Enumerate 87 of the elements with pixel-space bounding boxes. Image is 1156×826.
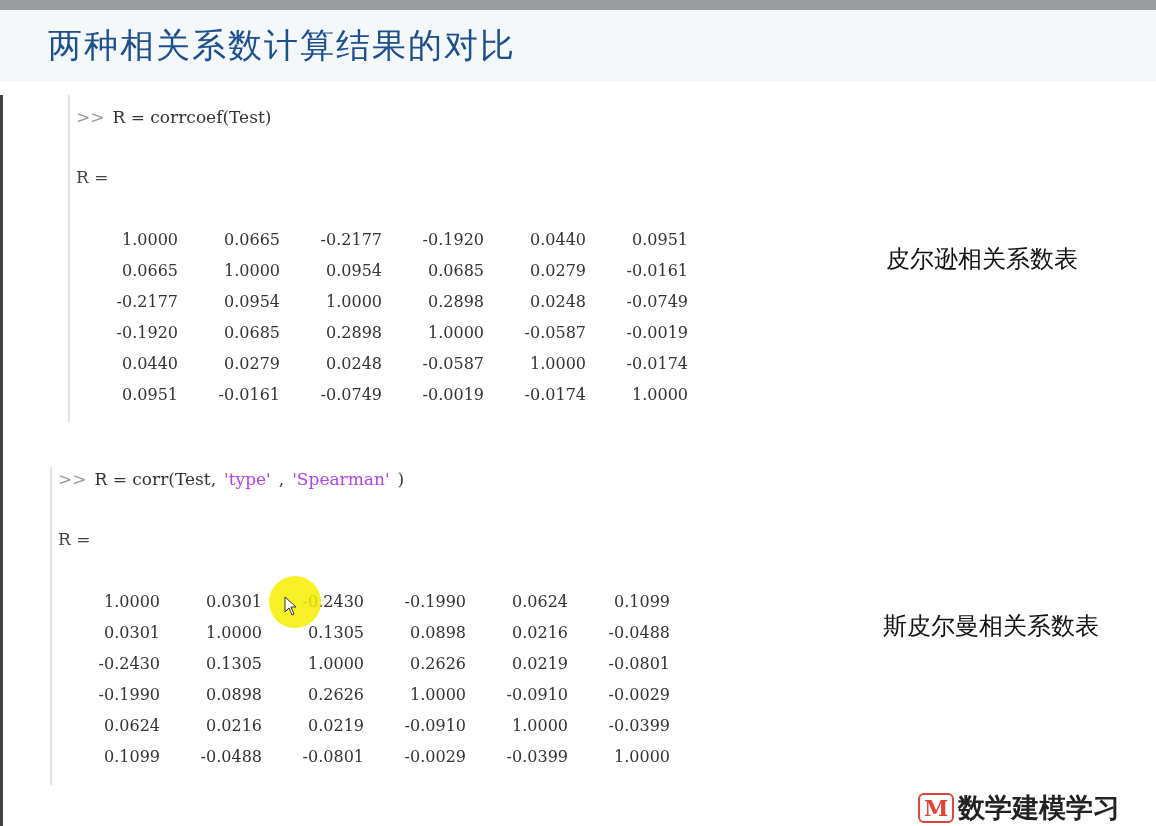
matrix-value: 1.0000 [512, 716, 568, 735]
matrix-value: 0.0219 [512, 654, 568, 673]
matrix-value: 0.0248 [530, 292, 586, 311]
matrix-value: -0.0587 [422, 354, 484, 373]
matrix-value: -0.1990 [98, 685, 160, 704]
matrix-value: -0.0029 [608, 685, 670, 704]
matrix-value: -0.1920 [116, 323, 178, 342]
matrix-value: 0.2626 [308, 685, 364, 704]
matrix-value: 0.0951 [122, 385, 178, 404]
matrix-value: 0.0279 [224, 354, 280, 373]
matrix-value: -0.2430 [98, 654, 160, 673]
matrix-value: -0.0161 [218, 385, 280, 404]
matrix-value: 1.0000 [428, 323, 484, 342]
matrix-value: 1.0000 [632, 385, 688, 404]
matrix-value: -0.0749 [626, 292, 688, 311]
code-token: >> [76, 107, 105, 127]
matrix-value: -0.0174 [626, 354, 688, 373]
matrix-value: 0.2626 [410, 654, 466, 673]
matrix-value: 1.0000 [104, 592, 160, 611]
matrix-value: 0.0665 [122, 261, 178, 280]
logo-mark: M [918, 793, 955, 823]
matrix-value: -0.0399 [506, 747, 568, 766]
matrix-value: 1.0000 [410, 685, 466, 704]
code-token: 'type' [224, 469, 271, 489]
matrix-value: -0.0174 [524, 385, 586, 404]
matrix-value: -0.0910 [506, 685, 568, 704]
matrix-value: 0.0219 [308, 716, 364, 735]
matrix-value: 0.0440 [530, 230, 586, 249]
matrix-value: 0.0440 [122, 354, 178, 373]
matrix-value: 1.0000 [614, 747, 670, 766]
matrix-value: 0.1099 [614, 592, 670, 611]
matrix-value: -0.0019 [422, 385, 484, 404]
matrix-value: 0.2898 [428, 292, 484, 311]
matrix-value: 0.0279 [530, 261, 586, 280]
matrix-value: 0.0685 [428, 261, 484, 280]
matrix-value: 0.0216 [512, 623, 568, 642]
matrix-value: -0.0019 [626, 323, 688, 342]
matrix-value: 0.0216 [206, 716, 262, 735]
matrix-value: -0.0910 [404, 716, 466, 735]
code-token: 'Spearman' [292, 469, 390, 489]
code-token: ) [397, 469, 405, 489]
matrix-value: 0.1305 [206, 654, 262, 673]
matrix-value: 0.0898 [410, 623, 466, 642]
code-token: R = corr(Test, [94, 469, 217, 489]
matrix-value: 0.1305 [308, 623, 364, 642]
matrix-value: -0.0488 [200, 747, 262, 766]
cursor-icon [284, 596, 298, 616]
matrix-value: 0.0301 [104, 623, 160, 642]
matrix-value: -0.0587 [524, 323, 586, 342]
logo-text: 数学建模学习 [958, 791, 1121, 825]
matrix-caption: 斯皮尔曼相关系数表 [883, 611, 1099, 642]
matrix-value: -0.2177 [116, 292, 178, 311]
result-label: R = [76, 167, 110, 189]
matrix-value: 1.0000 [122, 230, 178, 249]
slide-title: 两种相关系数计算结果的对比 [48, 24, 516, 67]
code-token: , [278, 469, 285, 489]
matrix-value: 0.0954 [326, 261, 382, 280]
matrix-value: 1.0000 [308, 654, 364, 673]
matrix-value: 0.0685 [224, 323, 280, 342]
matrix-value: -0.0749 [320, 385, 382, 404]
matrix-value: 0.0301 [206, 592, 262, 611]
matrix-value: 0.0624 [104, 716, 160, 735]
matrix-value: -0.1990 [404, 592, 466, 611]
matrix-value: 0.0248 [326, 354, 382, 373]
matrix-value: 1.0000 [224, 261, 280, 280]
matrix-value: 0.0951 [632, 230, 688, 249]
matrix-value: 0.0954 [224, 292, 280, 311]
result-label: R = [58, 529, 92, 551]
matrix-value: -0.1920 [422, 230, 484, 249]
matrix-value: 0.0898 [206, 685, 262, 704]
code-token: >> [58, 469, 87, 489]
matrix-value: -0.0029 [404, 747, 466, 766]
matrix-value: 1.0000 [530, 354, 586, 373]
matrix-caption: 皮尔逊相关系数表 [886, 244, 1078, 275]
matrix-value: -0.0161 [626, 261, 688, 280]
matrix-value: 1.0000 [326, 292, 382, 311]
matrix-value: -0.2177 [320, 230, 382, 249]
matrix-value: 0.0665 [224, 230, 280, 249]
matrix-value: 0.2898 [326, 323, 382, 342]
matrix-value: -0.0399 [608, 716, 670, 735]
code-token: R = corrcoef(Test) [112, 107, 272, 127]
matrix-value: 0.1099 [104, 747, 160, 766]
matrix-value: -0.0801 [608, 654, 670, 673]
matrix-value: 0.0624 [512, 592, 568, 611]
matrix-value: -0.0488 [608, 623, 670, 642]
matrix-value: -0.0801 [302, 747, 364, 766]
matrix-value: 1.0000 [206, 623, 262, 642]
